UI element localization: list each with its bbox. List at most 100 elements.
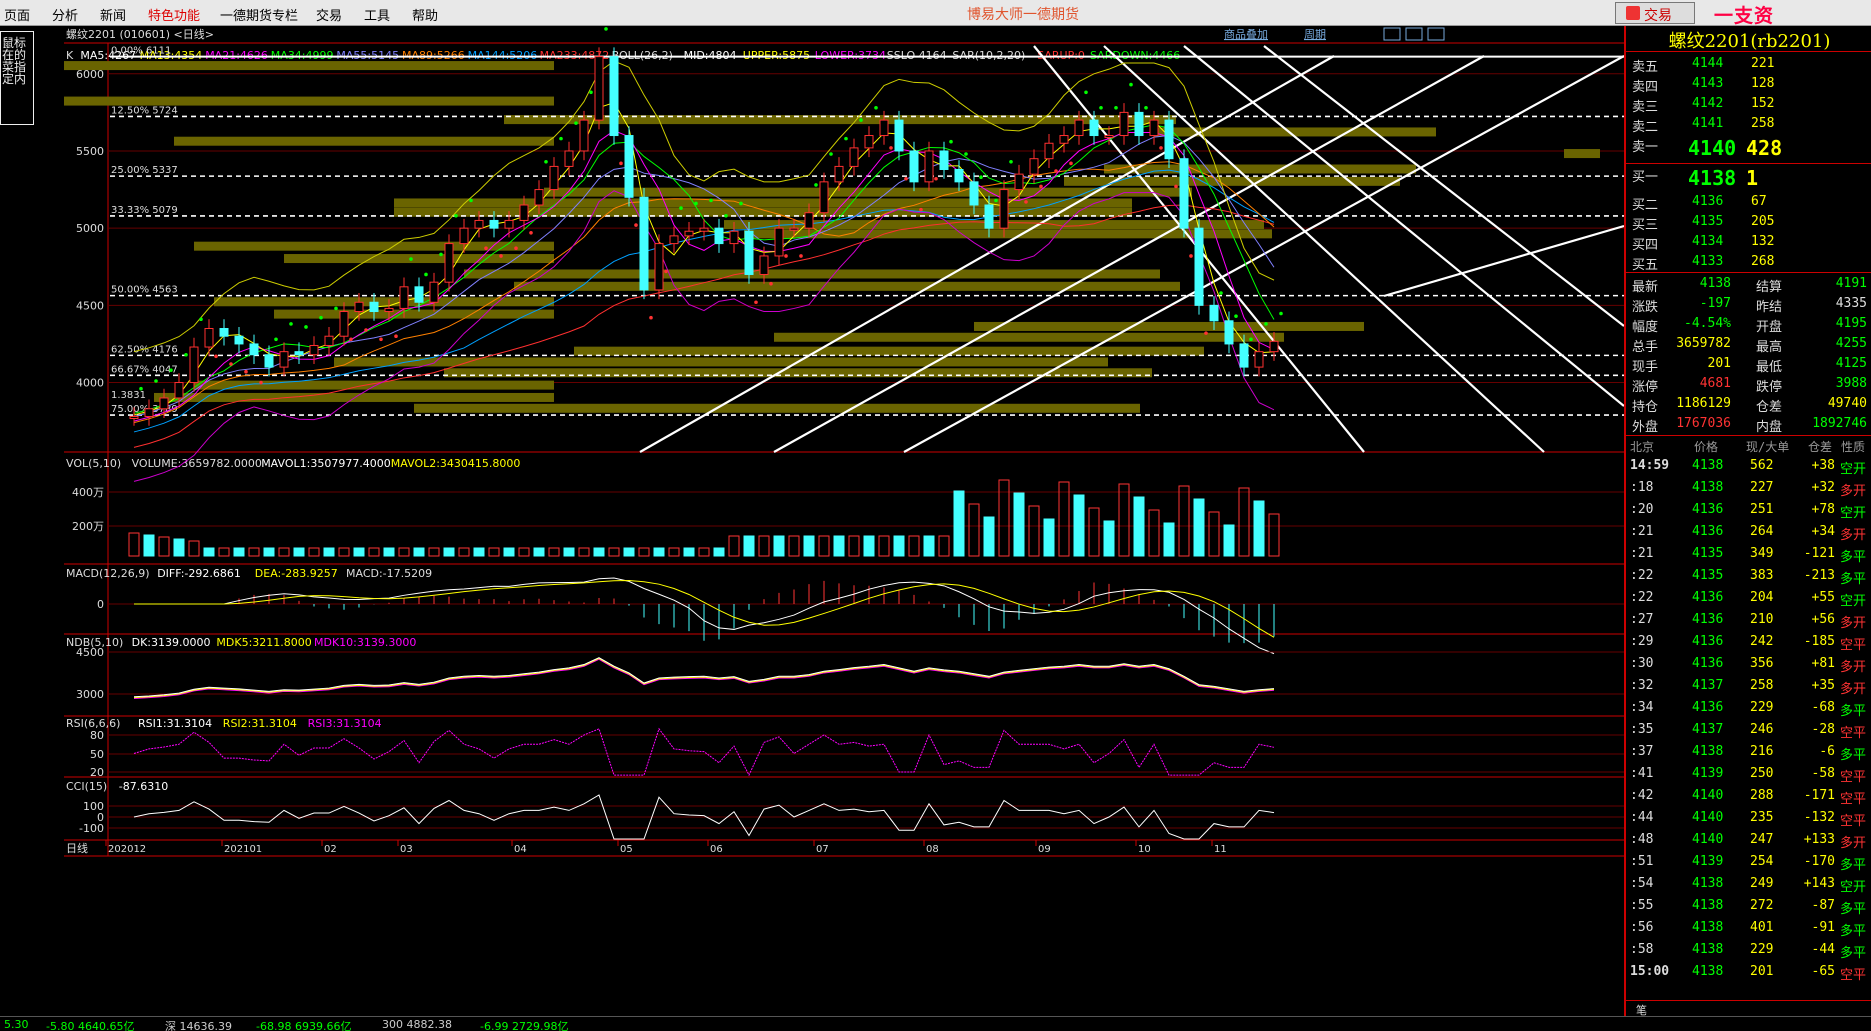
volume-bar-13 bbox=[323, 547, 335, 557]
kline-chart[interactable]: 螺纹2201 (010601) <日线> 商品叠加 周期K MA5:4267 MA13:… bbox=[64, 26, 1624, 1016]
menu-item-7[interactable]: 帮助 bbox=[412, 5, 438, 24]
menu-item-4[interactable]: 一德期货专栏 bbox=[220, 5, 298, 24]
main-legend-3: MA21:4626 bbox=[205, 49, 268, 62]
ask-volume: 221 bbox=[1751, 56, 1775, 71]
tick-price: 4138 bbox=[1692, 458, 1724, 473]
toolbar-link-0[interactable]: 商品叠加 bbox=[1224, 27, 1268, 41]
volume-bar-67 bbox=[1133, 496, 1145, 557]
candle-body-37 bbox=[684, 230, 694, 237]
menu-item-2[interactable]: 新闻 bbox=[100, 5, 126, 24]
bid-row-0: 买一 4138 1 bbox=[1626, 164, 1871, 192]
candle-body-73 bbox=[1224, 320, 1234, 345]
candle-body-17 bbox=[384, 307, 394, 313]
menu-item-6[interactable]: 工具 bbox=[364, 5, 390, 24]
bid-volume: 67 bbox=[1751, 194, 1767, 209]
sar-dot-30 bbox=[589, 90, 593, 95]
vol-legend-3: MAVOL2:3430415.8000 bbox=[391, 457, 521, 470]
tick-oi-change: +81 bbox=[1811, 656, 1835, 671]
ask-label: 卖一 bbox=[1632, 140, 1659, 155]
tick-price: 4137 bbox=[1692, 722, 1724, 737]
tick-price: 4136 bbox=[1692, 524, 1724, 539]
sar-dot-52 bbox=[919, 207, 923, 212]
tick-volume: 204 bbox=[1750, 590, 1774, 605]
tick-oi-change: +34 bbox=[1811, 524, 1835, 539]
tick-price: 4136 bbox=[1692, 656, 1724, 671]
tick-volume: 356 bbox=[1750, 656, 1774, 671]
volume-profile-bar-24 bbox=[194, 380, 554, 390]
volume-bar-41 bbox=[743, 535, 755, 557]
bid-price: 4138 bbox=[1688, 166, 1737, 190]
tick-time: :41 bbox=[1630, 766, 1654, 781]
sar-dot-7 bbox=[244, 369, 248, 374]
sar-dot-43 bbox=[784, 254, 788, 258]
tick-volume: 235 bbox=[1750, 810, 1774, 825]
tick-row-11: :34 4136 229 -68 多平 bbox=[1626, 698, 1871, 720]
cci-tick-2: -100 bbox=[79, 822, 104, 835]
stat-row-7: 外盘 1767036 内盘 1892746 bbox=[1626, 414, 1871, 435]
menu-item-5[interactable]: 交易 bbox=[316, 5, 342, 24]
tick-time: :34 bbox=[1630, 700, 1654, 715]
stat-label: 持仓 bbox=[1632, 400, 1659, 415]
ticker-item-0: 5.30 bbox=[4, 1018, 29, 1031]
tick-volume: 229 bbox=[1750, 700, 1774, 715]
sar-dot-62 bbox=[1069, 161, 1073, 166]
volume-bar-57 bbox=[983, 516, 995, 557]
volume-bar-11 bbox=[293, 547, 305, 557]
candle-body-39 bbox=[714, 227, 724, 245]
sar-dot-69 bbox=[1174, 184, 1178, 189]
ndb-legend-1: DK:3139.0000 bbox=[132, 636, 211, 649]
trade-button[interactable]: 交易 bbox=[1615, 2, 1695, 24]
stat-row-4: 现手 201 最低 4125 bbox=[1626, 354, 1871, 375]
volume-bar-61 bbox=[1043, 518, 1055, 557]
panel-footer-tab[interactable]: 笔 bbox=[1626, 1000, 1871, 1017]
ndb-tick-0: 4500 bbox=[76, 646, 104, 659]
candle-body-52 bbox=[909, 150, 919, 183]
fib-label-0: 0.00% 6111 bbox=[111, 46, 171, 57]
contract-title[interactable]: 螺纹2201(rb2201) bbox=[1626, 26, 1871, 52]
menu-item-3[interactable]: 特色功能 bbox=[148, 5, 200, 24]
candle-body-71 bbox=[1194, 227, 1204, 306]
tick-volume: 201 bbox=[1750, 964, 1774, 979]
menu-item-1[interactable]: 分析 bbox=[52, 5, 78, 24]
tick-price: 4136 bbox=[1692, 612, 1724, 627]
menu-item-0[interactable]: 页面 bbox=[4, 5, 30, 24]
tick-volume: 401 bbox=[1750, 920, 1774, 935]
main-legend-11: UPPER:5875 bbox=[743, 49, 810, 62]
fib-label-4: 50.00% 4563 bbox=[111, 285, 178, 296]
chart-area[interactable]: 螺纹2201 (010601) <日线> 商品叠加 周期 K MA5:4267 MA13:… bbox=[64, 26, 1624, 1016]
volume-profile-bar-17 bbox=[214, 297, 554, 307]
ask-volume: 428 bbox=[1746, 136, 1783, 160]
toolbar-link-1[interactable]: 周期 bbox=[1304, 28, 1326, 41]
hover-tip-text: 鼠标在的菜指定内 bbox=[2, 36, 27, 86]
tick-nature: 多平 bbox=[1840, 704, 1867, 719]
date-label-10: 10 bbox=[1138, 844, 1151, 855]
candle-body-40 bbox=[729, 230, 739, 245]
price-tick-4: 4000 bbox=[76, 377, 104, 390]
stat-value: 4335 bbox=[1835, 296, 1867, 311]
date-label-1: 202101 bbox=[224, 844, 262, 855]
candle-body-58 bbox=[999, 189, 1009, 229]
candle-body-72 bbox=[1209, 304, 1219, 322]
tick-nature: 多平 bbox=[1840, 550, 1867, 565]
candle-body-60 bbox=[1029, 158, 1039, 175]
sar-dot-39 bbox=[724, 214, 728, 218]
sar-dot-8 bbox=[259, 380, 263, 385]
candle-body-31 bbox=[594, 56, 604, 121]
ticker-item-1: -5.80 4640.65亿 bbox=[46, 1020, 135, 1031]
date-label-7: 07 bbox=[816, 844, 829, 855]
tick-oi-change: +38 bbox=[1811, 458, 1835, 473]
sar-dot-35 bbox=[664, 269, 668, 274]
candle-body-66 bbox=[1119, 111, 1129, 137]
bid-row-4: 买五 4133 268 bbox=[1626, 252, 1871, 273]
tick-time: :55 bbox=[1630, 898, 1654, 913]
ask-label: 卖四 bbox=[1632, 80, 1659, 95]
ticks-header: 北京 价格 现/大单 仓差 性质 bbox=[1626, 436, 1871, 456]
tick-price: 4136 bbox=[1692, 634, 1724, 649]
ticker-item-2: 深 14636.39 bbox=[165, 1020, 232, 1031]
sar-dot-49 bbox=[874, 105, 878, 110]
tick-oi-change: -213 bbox=[1803, 568, 1835, 583]
sar-dot-11 bbox=[304, 325, 308, 329]
ask-row-4: 卖一 4140 428 bbox=[1626, 134, 1871, 162]
stat-value: 1767036 bbox=[1676, 416, 1731, 431]
candle-body-53 bbox=[924, 150, 934, 183]
